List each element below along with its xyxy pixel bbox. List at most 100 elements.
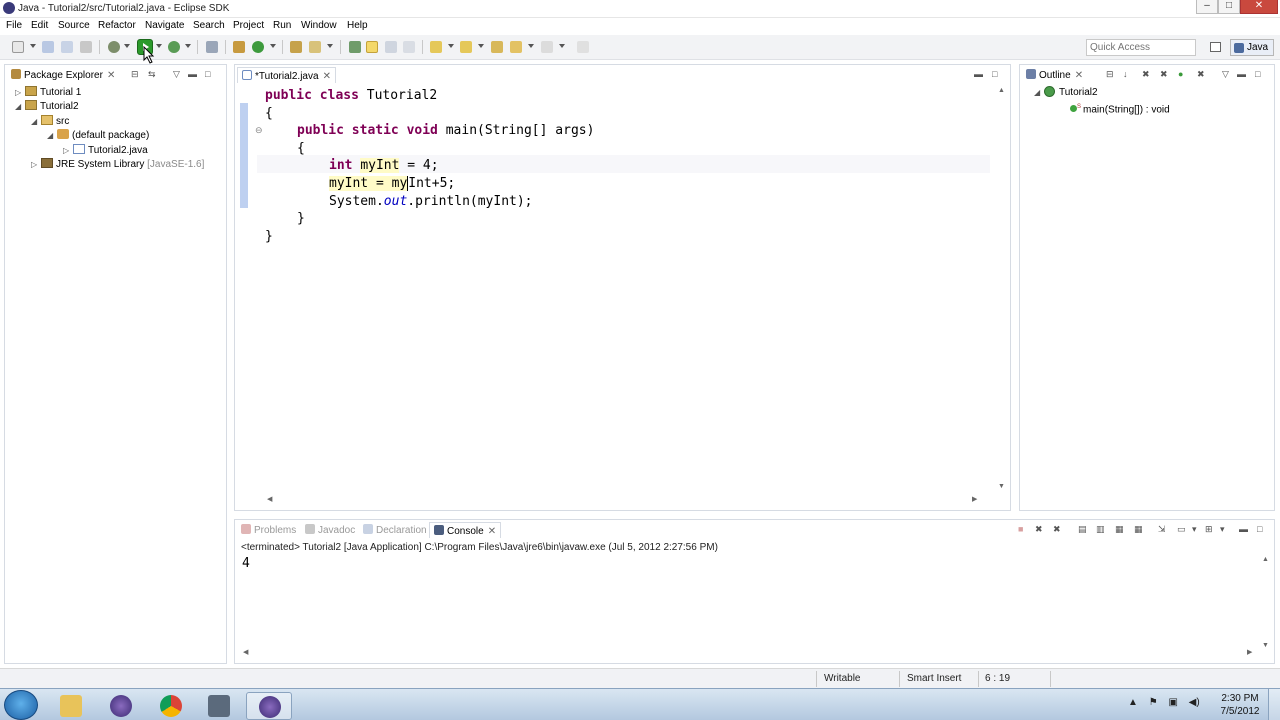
show-on-output-icon[interactable]: ▦ <box>1115 524 1124 535</box>
hide-static-icon[interactable]: ✖ <box>1160 69 1168 80</box>
search-icon[interactable] <box>309 41 321 53</box>
maximize-view-icon[interactable]: □ <box>992 69 997 79</box>
external-tools-icon[interactable] <box>168 41 180 53</box>
toggle-mark-occurrences-icon[interactable] <box>349 41 361 53</box>
menu-project[interactable]: Project <box>233 20 264 31</box>
show-desktop-button[interactable] <box>1268 689 1280 720</box>
maximize-view-icon[interactable]: □ <box>205 69 210 79</box>
tree-item-project[interactable]: ▷ Tutorial 1 <box>15 86 81 100</box>
java-perspective-button[interactable]: Java <box>1230 39 1274 56</box>
close-icon[interactable]: ✕ <box>323 71 331 82</box>
system-clock[interactable]: 2:30 PM 7/5/2012 <box>1215 692 1265 718</box>
editor-vertical-scrollbar[interactable]: ▲ ▼ <box>996 87 1008 490</box>
tab-package-explorer[interactable]: Package Explorer ✕ <box>7 67 119 83</box>
hide-local-types-icon[interactable]: ✖ <box>1197 69 1205 80</box>
debug-icon[interactable] <box>108 41 120 53</box>
show-whitespace-icon[interactable] <box>403 41 415 53</box>
close-icon[interactable]: ✕ <box>107 70 115 81</box>
back-icon[interactable] <box>510 41 522 53</box>
pin-editor-icon[interactable] <box>577 41 589 53</box>
close-icon[interactable]: ✕ <box>1075 70 1083 81</box>
menu-help[interactable]: Help <box>347 20 368 31</box>
previous-annotation-icon[interactable] <box>460 41 472 53</box>
menu-file[interactable]: File <box>6 20 22 31</box>
skip-breakpoints-icon[interactable] <box>206 41 218 53</box>
pin-console-icon[interactable]: ⇲ <box>1158 524 1166 535</box>
menu-run[interactable]: Run <box>273 20 291 31</box>
terminate-icon[interactable]: ■ <box>1018 524 1023 534</box>
tree-item-project[interactable]: ◢ Tutorial2 <box>15 100 79 114</box>
block-selection-icon[interactable] <box>385 41 397 53</box>
highlight-icon[interactable] <box>366 41 378 53</box>
console-output[interactable]: 4 <box>242 556 250 571</box>
volume-icon[interactable]: ◀) <box>1189 697 1200 708</box>
last-edit-location-icon[interactable] <box>491 41 503 53</box>
new-icon[interactable] <box>12 41 24 53</box>
minimize-view-icon[interactable]: ▬ <box>1239 524 1248 534</box>
link-with-editor-icon[interactable]: ⇆ <box>148 69 156 80</box>
next-annotation-icon[interactable] <box>430 41 442 53</box>
open-console-menu-icon[interactable]: ▾ <box>1220 524 1225 535</box>
taskbar-chrome[interactable] <box>148 692 194 720</box>
collapse-all-icon[interactable]: ⊟ <box>131 69 139 80</box>
remove-launch-icon[interactable]: ✖ <box>1035 524 1043 535</box>
show-on-error-icon[interactable]: ▦ <box>1134 524 1143 535</box>
hide-nonpublic-icon[interactable]: ● <box>1178 69 1183 79</box>
scroll-lock-icon[interactable]: ▥ <box>1096 524 1105 535</box>
scroll-left-icon[interactable]: ◀ <box>243 648 248 656</box>
minimize-view-icon[interactable]: ▬ <box>1237 69 1246 79</box>
close-button[interactable]: ✕ <box>1240 0 1278 14</box>
start-button[interactable] <box>4 690 38 720</box>
tab-javadoc[interactable]: Javadoc <box>301 522 359 538</box>
clear-console-icon[interactable]: ▤ <box>1078 524 1087 535</box>
menu-window[interactable]: Window <box>301 20 337 31</box>
open-console-icon[interactable]: ⊞ <box>1205 524 1213 535</box>
view-menu-icon[interactable]: ▽ <box>173 69 180 80</box>
tree-item-java-file[interactable]: ▷ Tutorial2.java <box>63 144 148 158</box>
display-console-menu-icon[interactable]: ▾ <box>1192 524 1197 535</box>
taskbar-app[interactable] <box>196 692 242 720</box>
display-console-icon[interactable]: ▭ <box>1177 524 1186 535</box>
print-icon[interactable] <box>80 41 92 53</box>
tab-declaration[interactable]: Declaration <box>359 522 431 538</box>
outline-item-class[interactable]: ◢ Tutorial2 <box>1034 86 1098 100</box>
menu-edit[interactable]: Edit <box>31 20 48 31</box>
open-perspective-icon[interactable] <box>1210 42 1221 52</box>
maximize-view-icon[interactable]: □ <box>1257 524 1262 534</box>
scroll-right-icon[interactable]: ▶ <box>1247 648 1252 656</box>
tab-problems[interactable]: Problems <box>237 522 300 538</box>
minimize-view-icon[interactable]: ▬ <box>188 69 197 79</box>
new-java-package-icon[interactable] <box>233 41 245 53</box>
network-icon[interactable]: ▣ <box>1168 697 1177 708</box>
maximize-button[interactable]: □ <box>1218 0 1240 14</box>
remove-all-launches-icon[interactable]: ✖ <box>1053 524 1061 535</box>
tab-console[interactable]: Console ✕ <box>429 522 502 538</box>
new-java-class-icon[interactable] <box>252 41 264 53</box>
collapse-all-icon[interactable]: ⊟ <box>1106 69 1114 80</box>
menu-refactor[interactable]: Refactor <box>98 20 136 31</box>
maximize-view-icon[interactable]: □ <box>1255 69 1260 79</box>
menu-navigate[interactable]: Navigate <box>145 20 184 31</box>
menu-source[interactable]: Source <box>58 20 90 31</box>
hide-fields-icon[interactable]: ✖ <box>1142 69 1150 80</box>
close-icon[interactable]: ✕ <box>488 526 496 537</box>
scroll-left-icon[interactable]: ◀ <box>267 495 272 503</box>
tree-item-package[interactable]: ◢ (default package) <box>47 129 149 143</box>
tab-editor[interactable]: *Tutorial2.java ✕ <box>237 67 336 83</box>
taskbar-eclipse[interactable] <box>98 692 144 720</box>
minimize-button[interactable]: – <box>1196 0 1218 14</box>
show-hidden-icons-icon[interactable]: ▲ <box>1128 697 1138 708</box>
forward-icon[interactable] <box>541 41 553 53</box>
outline-item-method[interactable]: Smain(String[]) : void <box>1070 100 1170 115</box>
menu-search[interactable]: Search <box>193 20 225 31</box>
save-icon[interactable] <box>42 41 54 53</box>
fold-icon[interactable]: ⊖ <box>255 125 263 136</box>
save-all-icon[interactable] <box>61 41 73 53</box>
flag-icon[interactable]: ⚑ <box>1149 697 1158 708</box>
minimize-view-icon[interactable]: ▬ <box>974 69 983 79</box>
sort-icon[interactable]: ↓ <box>1123 69 1128 79</box>
quick-access-input[interactable] <box>1086 39 1196 56</box>
console-vertical-scrollbar[interactable]: ▲ ▼ <box>1260 556 1272 649</box>
view-menu-icon[interactable]: ▽ <box>1222 69 1229 80</box>
tab-outline[interactable]: Outline ✕ <box>1022 67 1087 83</box>
